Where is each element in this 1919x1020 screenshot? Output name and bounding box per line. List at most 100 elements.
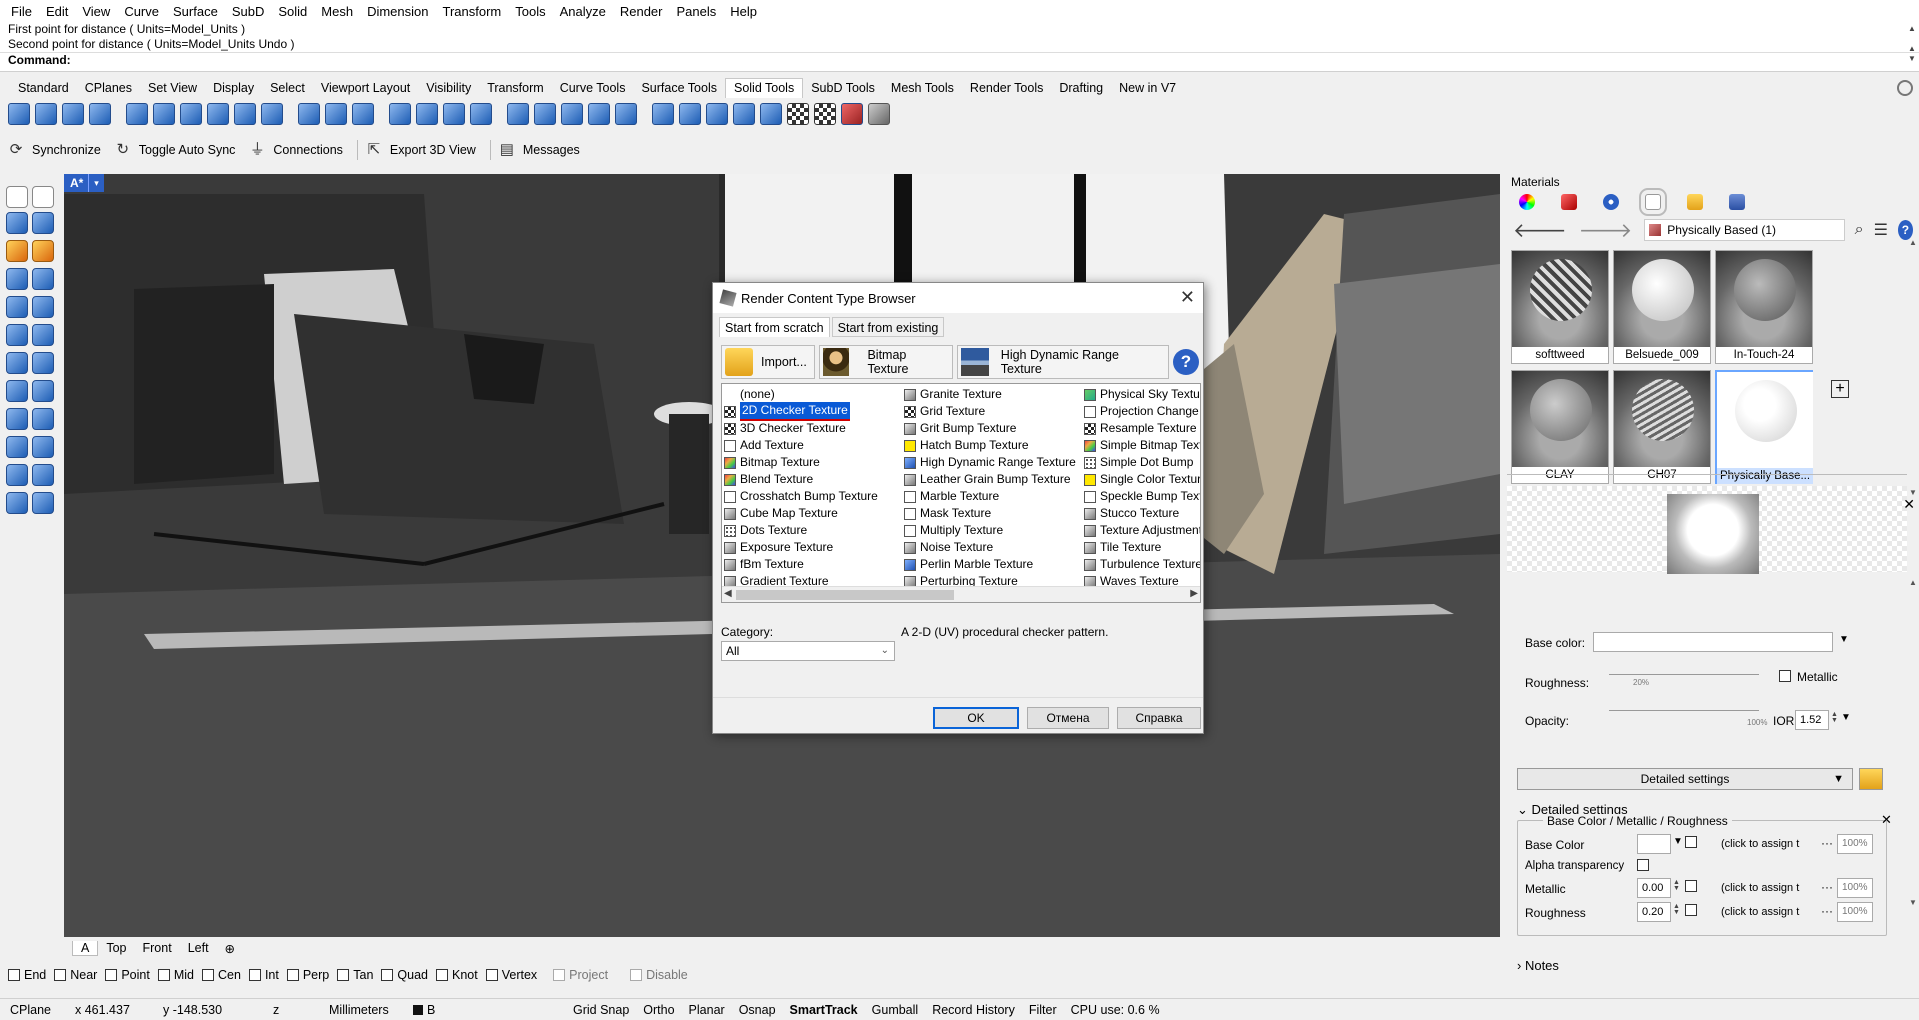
texture-type-item[interactable]: Noise Texture bbox=[904, 539, 1082, 556]
torus-tool-icon[interactable] bbox=[6, 436, 28, 458]
toolbar-tab[interactable]: New in V7 bbox=[1111, 81, 1184, 95]
extrude-tool-icon[interactable] bbox=[32, 492, 54, 514]
close-icon[interactable]: ✕ bbox=[1180, 287, 1195, 308]
menu-item[interactable]: Tools bbox=[508, 4, 552, 19]
bitmap-texture-button[interactable]: Bitmap Texture bbox=[819, 345, 953, 379]
texture-type-item[interactable]: Blend Texture bbox=[724, 471, 902, 488]
menu-item[interactable]: Surface bbox=[166, 4, 225, 19]
back-arrow-icon[interactable]: 🡐 bbox=[1513, 218, 1567, 243]
opacity-slider[interactable] bbox=[1609, 710, 1759, 711]
point-tool-icon[interactable] bbox=[32, 186, 54, 208]
texture-type-item[interactable]: Grid Texture bbox=[904, 403, 1082, 420]
pipe-tool-icon[interactable] bbox=[6, 464, 28, 486]
current-layer[interactable]: B bbox=[406, 1003, 566, 1017]
toggle-auto-sync-button[interactable]: ↻ Toggle Auto Sync bbox=[115, 142, 236, 158]
notes-section[interactable]: › Notes bbox=[1517, 958, 1559, 973]
record-history-toggle[interactable]: Record History bbox=[925, 1003, 1022, 1017]
toolbar-tab[interactable]: Viewport Layout bbox=[313, 81, 418, 95]
environment-icon[interactable] bbox=[1603, 194, 1619, 210]
texture-type-item[interactable]: Cube Map Texture bbox=[724, 505, 902, 522]
texture-type-item[interactable]: Bitmap Texture bbox=[724, 454, 902, 471]
add-viewport-tab-icon[interactable]: ⊕ bbox=[217, 941, 243, 956]
solid-tool-icon[interactable] bbox=[760, 103, 782, 125]
ellipsoid-tool-icon[interactable] bbox=[32, 324, 54, 346]
forward-arrow-icon[interactable]: 🡒 bbox=[1579, 218, 1633, 243]
roughness-slider[interactable] bbox=[1609, 674, 1759, 675]
gumball-toggle[interactable]: Gumball bbox=[865, 1003, 926, 1017]
box-tool-icon[interactable] bbox=[6, 268, 28, 290]
solid-tool-icon[interactable] bbox=[352, 103, 374, 125]
metallic-input[interactable]: 0.00 bbox=[1637, 878, 1671, 898]
render-icon[interactable] bbox=[1729, 194, 1745, 210]
ellipsoid-tool-icon[interactable] bbox=[6, 324, 28, 346]
osnap-checkbox[interactable]: Tan bbox=[337, 968, 373, 982]
toolbar-tab[interactable]: Display bbox=[205, 81, 262, 95]
sphere-tool-icon[interactable] bbox=[32, 296, 54, 318]
osnap-checkbox[interactable]: Int bbox=[248, 968, 279, 982]
panel-scrollbar[interactable]: ▲ ▼ ▲ ▼ bbox=[1907, 238, 1919, 910]
osnap-checkbox[interactable]: Vertex bbox=[485, 968, 537, 982]
toolbar-tab[interactable]: CPlanes bbox=[77, 81, 140, 95]
texture-type-item[interactable]: 2D Checker Texture bbox=[724, 402, 902, 421]
osnap-checkbox[interactable]: Near bbox=[54, 968, 97, 982]
pyramid-tool-icon[interactable] bbox=[32, 380, 54, 402]
close-icon[interactable]: ✕ bbox=[1881, 812, 1892, 828]
tab-top[interactable]: Top bbox=[98, 941, 134, 955]
osnap-option-disabled[interactable]: Project bbox=[553, 968, 608, 982]
toolbar-tab[interactable]: Set View bbox=[140, 81, 205, 95]
solid-tool-icon[interactable] bbox=[507, 103, 529, 125]
pyramid-tool-icon[interactable] bbox=[6, 380, 28, 402]
menu-item[interactable]: Render bbox=[613, 4, 670, 19]
more-icon[interactable]: ··· bbox=[1821, 880, 1833, 894]
extrude-tool-icon[interactable] bbox=[6, 492, 28, 514]
scroll-right-icon[interactable]: ▶ bbox=[1190, 588, 1198, 599]
toolbar-tab[interactable]: Render Tools bbox=[962, 81, 1051, 95]
curve-tool-icon[interactable] bbox=[32, 212, 54, 234]
synchronize-button[interactable]: ⟳ Synchronize bbox=[8, 142, 101, 158]
chevron-down-icon[interactable]: ▼ bbox=[1673, 836, 1683, 847]
texture-type-item[interactable]: Mask Texture bbox=[904, 505, 1082, 522]
surface-tool-icon[interactable] bbox=[6, 240, 28, 262]
scroll-down-icon[interactable]: ▼ bbox=[1909, 898, 1917, 907]
tab-perspective-a[interactable]: A bbox=[72, 940, 99, 956]
solid-tool-icon[interactable] bbox=[443, 103, 465, 125]
texture-amount-input[interactable]: 100% bbox=[1837, 834, 1873, 854]
osnap-checkbox[interactable]: Mid bbox=[157, 968, 194, 982]
solid-tool-icon[interactable] bbox=[652, 103, 674, 125]
solid-tool-icon[interactable] bbox=[32, 268, 54, 290]
osnap-checkbox[interactable]: Quad bbox=[381, 968, 428, 982]
planar-toggle[interactable]: Planar bbox=[682, 1003, 732, 1017]
command-prompt[interactable]: Command: bbox=[0, 52, 1919, 67]
solid-tool-icon[interactable] bbox=[416, 103, 438, 125]
texture-type-item[interactable]: High Dynamic Range Texture bbox=[904, 454, 1082, 471]
osnap-checkbox[interactable]: Perp bbox=[286, 968, 329, 982]
solid-tool-icon[interactable] bbox=[615, 103, 637, 125]
cplane-status[interactable]: CPlane bbox=[0, 1003, 68, 1017]
solid-tool-icon[interactable] bbox=[126, 103, 148, 125]
panel-splitter[interactable] bbox=[1507, 474, 1907, 475]
base-color-swatch[interactable] bbox=[1593, 632, 1833, 652]
help-icon[interactable]: ? bbox=[1897, 220, 1913, 240]
chevron-down-icon[interactable]: ▼ bbox=[1841, 712, 1851, 723]
texture-type-item[interactable]: Texture Adjustment bbox=[1084, 522, 1200, 539]
texture-type-item[interactable]: Turbulence Texture bbox=[1084, 556, 1200, 573]
connections-button[interactable]: ⏚ Connections bbox=[249, 142, 343, 158]
texture-type-item[interactable]: Speckle Bump Texture bbox=[1084, 488, 1200, 505]
texture-type-item[interactable]: (none) bbox=[724, 386, 902, 403]
osnap-checkbox[interactable]: Point bbox=[105, 968, 150, 982]
solid-tool-icon[interactable] bbox=[35, 103, 57, 125]
folder-icon[interactable] bbox=[1859, 768, 1883, 790]
osnap-option-disabled[interactable]: Disable bbox=[630, 968, 688, 982]
texture-type-item[interactable]: Tile Texture bbox=[1084, 539, 1200, 556]
menu-item[interactable]: View bbox=[75, 4, 117, 19]
texture-type-item[interactable]: Perlin Marble Texture bbox=[904, 556, 1082, 573]
ior-spinner[interactable]: ▲ ▼ bbox=[1831, 711, 1838, 724]
cylinder-tool-icon[interactable] bbox=[32, 408, 54, 430]
texture-type-item[interactable]: Marble Texture bbox=[904, 488, 1082, 505]
cancel-button[interactable]: Отмена bbox=[1027, 707, 1109, 729]
metallic-spinner[interactable]: ▲ ▼ bbox=[1673, 879, 1680, 892]
base-color-texture-checkbox[interactable] bbox=[1685, 836, 1697, 848]
help-button[interactable]: Справка bbox=[1117, 707, 1201, 729]
osnap-checkbox[interactable]: Knot bbox=[436, 968, 478, 982]
texture-type-item[interactable]: Physical Sky Texture bbox=[1084, 386, 1200, 403]
